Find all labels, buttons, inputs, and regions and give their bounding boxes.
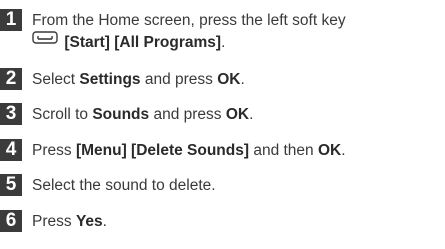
step-4-text-part: and then <box>249 142 318 159</box>
step-number-1: 1 <box>0 9 22 31</box>
all-programs-label: [All Programs] <box>114 34 222 51</box>
step-number-2: 2 <box>0 68 22 90</box>
step-5-text-part: Select the sound to delete. <box>32 177 216 194</box>
step-6-period: . <box>102 213 107 230</box>
step-1-period: . <box>221 34 226 51</box>
yes-label: Yes <box>75 213 103 230</box>
step-5-text: Select the sound to delete. <box>32 176 216 196</box>
ok-label: OK <box>317 142 342 159</box>
step-3-text-part: and press <box>149 106 226 123</box>
step-number-3: 3 <box>0 103 22 125</box>
left-soft-key-icon <box>32 31 58 51</box>
instruction-steps: 1 From the Home screen, press the left s… <box>0 0 445 249</box>
step-4-text-part: Press <box>32 142 76 159</box>
step-1-text-part: From the Home screen, press the left sof… <box>32 12 346 29</box>
step-3-period: . <box>249 106 254 123</box>
start-menu-label: [Start] <box>64 34 110 51</box>
menu-delete-sounds-label: [Menu] [Delete Sounds] <box>75 142 250 159</box>
step-2-text-part: and press <box>140 71 218 88</box>
step-number-4: 4 <box>0 139 22 161</box>
step-3-text-part: Scroll to <box>32 106 93 123</box>
step-4-period: . <box>341 142 346 159</box>
step-1-text: From the Home screen, press the left sof… <box>32 11 346 31</box>
step-1-text-line-2: [Start] [All Programs]. <box>32 31 226 53</box>
ok-label: OK <box>217 71 241 88</box>
step-6-text: Press Yes. <box>32 212 107 232</box>
step-4-text: Press [Menu] [Delete Sounds] and then OK… <box>32 141 346 161</box>
step-number-6: 6 <box>0 210 22 232</box>
sounds-label: Sounds <box>92 106 150 123</box>
step-6-text-part: Press <box>32 213 76 230</box>
step-2-text-part: Select <box>32 71 80 88</box>
step-number-5: 5 <box>0 174 22 196</box>
ok-label: OK <box>225 106 250 123</box>
step-2-period: . <box>240 71 245 88</box>
step-2-text: Select Settings and press OK. <box>32 70 245 90</box>
step-3-text: Scroll to Sounds and press OK. <box>32 105 253 125</box>
settings-label: Settings <box>79 71 141 88</box>
